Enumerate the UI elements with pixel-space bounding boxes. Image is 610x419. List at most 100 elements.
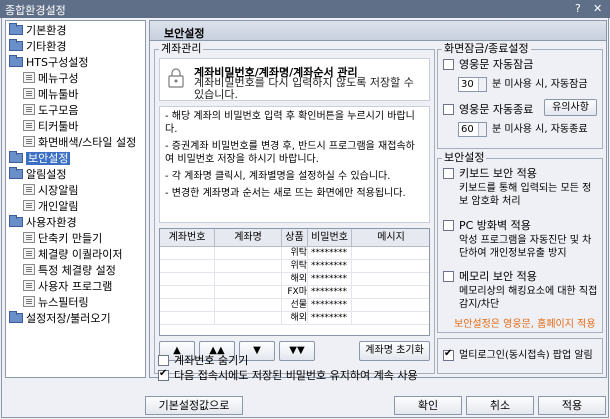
- tree-item-news-filter[interactable]: 뉴스필터링: [23, 296, 89, 310]
- auto-lock-minutes[interactable]: 30: [458, 77, 487, 92]
- apply-button[interactable]: 적용: [538, 396, 606, 415]
- password-field[interactable]: ********: [308, 286, 352, 299]
- tree-item-security[interactable]: 보안설정: [9, 151, 71, 166]
- folder-open-icon: [9, 215, 23, 227]
- hide-account-checkbox[interactable]: [158, 355, 169, 366]
- table-cell[interactable]: [160, 247, 215, 260]
- firewall-desc: 악성 프로그램을 자동진단 및 차단하여 개인정보유출 방지: [459, 235, 592, 259]
- auto-exit-minutes[interactable]: 60: [458, 122, 487, 137]
- table-cell-product: FX마: [282, 286, 308, 299]
- tree-item-tools[interactable]: 도구모음: [23, 104, 78, 118]
- firewall-label: PC 방화벽 적용: [459, 219, 531, 232]
- password-field[interactable]: ********: [308, 260, 352, 273]
- memory-security-desc: 메모리상의 해킹요소에 대한 직접 감지/차단: [459, 286, 598, 310]
- table-cell[interactable]: [160, 299, 215, 312]
- col-product: 상품: [282, 229, 308, 247]
- document-icon: [23, 280, 35, 291]
- ok-button[interactable]: 확인: [394, 396, 462, 415]
- tree-item-style[interactable]: 화면배색/스타일 설정: [23, 136, 136, 150]
- tree-item-equalizer[interactable]: 체결량 이퀄라이저: [23, 248, 122, 262]
- tree-item-hts[interactable]: HTS구성설정: [9, 55, 88, 70]
- document-icon: [23, 104, 35, 115]
- auto-exit-desc: 분 미사용 시, 자동종료: [492, 124, 588, 135]
- table-cell[interactable]: [160, 286, 215, 299]
- table-cell[interactable]: [215, 247, 282, 260]
- defaults-button[interactable]: 기본설정값으로: [145, 396, 243, 415]
- table-cell[interactable]: [215, 260, 282, 273]
- keyboard-security-checkbox[interactable]: [443, 168, 454, 179]
- table-cell[interactable]: [160, 273, 215, 286]
- security-panel: 보안설정 계좌관리 계좌비밀번호/계좌명/계좌순서 관리 계좌비밀번호를 다시 …: [149, 20, 607, 382]
- col-password: 비밀번호: [308, 229, 352, 247]
- move-bottom-button[interactable]: ▼▼: [279, 341, 315, 361]
- password-field[interactable]: ********: [308, 247, 352, 260]
- tree-item-misc[interactable]: 기타환경: [9, 39, 66, 54]
- security-note: 보안설정은 영웅문, 홈페이지 적용: [454, 319, 596, 330]
- tree-item-ticker[interactable]: 티커툴바: [23, 120, 78, 134]
- password-field[interactable]: ********: [308, 312, 352, 325]
- reset-account-names-button[interactable]: 계좌명 초기화: [359, 341, 430, 361]
- table-cell-product: 해외: [282, 312, 308, 325]
- memory-security-checkbox[interactable]: [443, 271, 454, 282]
- password-field[interactable]: ********: [308, 299, 352, 312]
- multi-login-group: 멀티로그인(동시접속) 팝업 알림: [437, 338, 603, 374]
- table-cell-product: 위탁: [282, 260, 308, 273]
- notice-button[interactable]: 유의사항: [544, 99, 597, 116]
- document-icon: [23, 88, 35, 99]
- tree-item-shortcuts[interactable]: 단축키 만들기: [23, 232, 102, 246]
- tree-item-alerts[interactable]: 알림설정: [9, 167, 66, 182]
- folder-icon: [9, 151, 23, 163]
- keep-password-checkbox[interactable]: [158, 368, 169, 381]
- password-field[interactable]: ********: [308, 273, 352, 286]
- security-group: 보안설정 키보드 보안 적용 키보드를 통해 입력되는 모든 정보 암호화 처리…: [437, 151, 603, 333]
- instruction-item: - 증권계좌 비밀번호를 변경 후, 반드시 프로그램을 재접속하여 비밀번호 …: [165, 141, 415, 165]
- hide-account-label: 계좌번호 숨기기: [174, 354, 249, 367]
- lock-settings-group: 화면잠금/종료설정 영웅문 자동잠금 30 분 미사용 시, 자동잠금 영웅문 …: [437, 42, 603, 149]
- window-title: 종합환경설정: [5, 4, 66, 17]
- tree-item-menu-toolbar[interactable]: 메뉴툴바: [23, 88, 78, 102]
- document-icon: [23, 120, 35, 131]
- table-cell: [352, 247, 429, 260]
- multi-login-label: 멀티로그인(동시접속) 팝업 알림: [459, 350, 593, 361]
- folder-icon: [9, 311, 23, 323]
- tree-item-user-env[interactable]: 사용자환경: [9, 215, 77, 230]
- table-cell[interactable]: [215, 312, 282, 325]
- table-cell-product: 해외: [282, 273, 308, 286]
- tree-item-market-alert[interactable]: 시장알림: [23, 184, 78, 198]
- tree-item-basic[interactable]: 기본환경: [9, 23, 66, 38]
- cancel-button[interactable]: 취소: [466, 396, 534, 415]
- table-cell[interactable]: [215, 299, 282, 312]
- table-cell[interactable]: [215, 273, 282, 286]
- table-cell[interactable]: [160, 312, 215, 325]
- auto-exit-checkbox[interactable]: [443, 104, 454, 115]
- lock-icon: [168, 68, 184, 88]
- dialog-frame: 기본환경 기타환경 HTS구성설정 메뉴구성 메뉴툴바 도구모음 티커툴바 화면…: [1, 18, 609, 418]
- tree-item-save-load[interactable]: 설정저장/불러오기: [9, 311, 111, 326]
- document-icon: [23, 136, 35, 147]
- table-cell[interactable]: [160, 260, 215, 273]
- document-icon: [23, 248, 35, 259]
- tree-item-user-program[interactable]: 사용자 프로그램: [23, 280, 112, 294]
- folder-open-icon: [9, 55, 23, 67]
- help-button[interactable]: ?: [575, 2, 581, 15]
- instruction-item: - 해당 계좌의 비밀번호 입력 후 확인버튼을 누르시기 바랍니다.: [165, 111, 415, 135]
- document-icon: [23, 232, 35, 243]
- document-icon: [23, 72, 35, 83]
- tree-item-volume[interactable]: 특정 체결량 설정: [23, 264, 116, 278]
- memory-security-label: 메모리 보안 적용: [459, 270, 537, 283]
- table-cell[interactable]: [215, 286, 282, 299]
- keep-password-label: 다음 접속시에도 저장된 비밀번호 유지하여 계속 사용: [174, 369, 418, 382]
- table-cell-product: 위탁: [282, 247, 308, 260]
- auto-lock-checkbox[interactable]: [443, 59, 454, 70]
- multi-login-checkbox[interactable]: [443, 348, 454, 361]
- folder-icon: [9, 23, 23, 35]
- firewall-checkbox[interactable]: [443, 220, 454, 231]
- close-button[interactable]: ✕: [593, 2, 602, 15]
- notice-box: 계좌비밀번호/계좌명/계좌순서 관리 계좌비밀번호를 다시 입력하지 않도록 저…: [159, 58, 430, 101]
- folder-open-icon: [9, 167, 23, 179]
- tree-item-personal-alert[interactable]: 개인알림: [23, 200, 78, 214]
- instruction-item: - 각 계좌명 클릭시, 계좌별명을 설정하실 수 있습니다.: [165, 171, 391, 182]
- tree-item-menu-config[interactable]: 메뉴구성: [23, 72, 78, 86]
- auto-lock-desc: 분 미사용 시, 자동잠금: [492, 79, 588, 90]
- auto-exit-label: 영웅문 자동종료: [459, 103, 534, 116]
